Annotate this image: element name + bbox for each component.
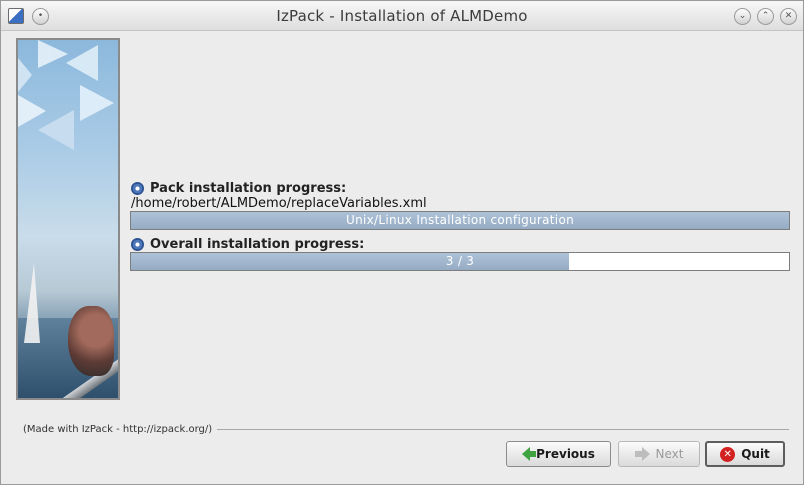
overall-progress-label: Overall installation progress: <box>150 237 365 252</box>
overall-progress-bar: 3 / 3 <box>130 252 790 271</box>
pack-progress-label: Pack installation progress: <box>150 181 347 196</box>
installer-side-image <box>16 38 120 400</box>
previous-button-label: Previous <box>536 447 595 461</box>
quit-button[interactable]: ✕ Quit <box>705 441 785 467</box>
footer-separator <box>217 429 789 430</box>
gear-icon <box>131 238 144 251</box>
triangle-decoration-icon <box>66 45 98 81</box>
triangle-decoration-icon <box>38 110 74 150</box>
close-icon[interactable]: ✕ <box>780 8 797 25</box>
installer-window: • IzPack - Installation of ALMDemo ⌄ ⌃ ✕… <box>0 0 804 485</box>
triangle-decoration-icon <box>80 85 114 121</box>
next-button[interactable]: Next <box>618 441 700 467</box>
arrow-right-icon <box>634 447 650 461</box>
maximize-icon[interactable]: ⌃ <box>757 8 774 25</box>
pack-progress-header: Pack installation progress: <box>131 181 346 196</box>
current-file-path: /home/robert/ALMDemo/replaceVariables.xm… <box>131 196 427 211</box>
window-title: IzPack - Installation of ALMDemo <box>276 7 528 25</box>
quit-icon: ✕ <box>720 446 736 462</box>
pack-progress-bar: Unix/Linux Installation configuration <box>130 211 790 230</box>
triangle-decoration-icon <box>18 58 32 92</box>
overall-progress-text: 3 / 3 <box>445 254 475 268</box>
made-with-izpack-label: (Made with IzPack - http://izpack.org/) <box>23 424 213 435</box>
triangle-decoration-icon <box>38 40 68 68</box>
pack-progress-text: Unix/Linux Installation configuration <box>346 213 574 227</box>
previous-button[interactable]: Previous <box>506 441 611 467</box>
sailboat-icon <box>24 263 40 343</box>
gear-icon <box>131 182 144 195</box>
gloved-hand-image <box>68 306 114 376</box>
arrow-left-icon <box>522 447 537 461</box>
next-button-label: Next <box>655 447 684 461</box>
minimize-icon[interactable]: ⌄ <box>734 8 751 25</box>
quit-button-label: Quit <box>741 447 770 461</box>
overall-progress-header: Overall installation progress: <box>131 237 364 252</box>
title-bar[interactable]: • IzPack - Installation of ALMDemo ⌄ ⌃ ✕ <box>1 1 803 31</box>
